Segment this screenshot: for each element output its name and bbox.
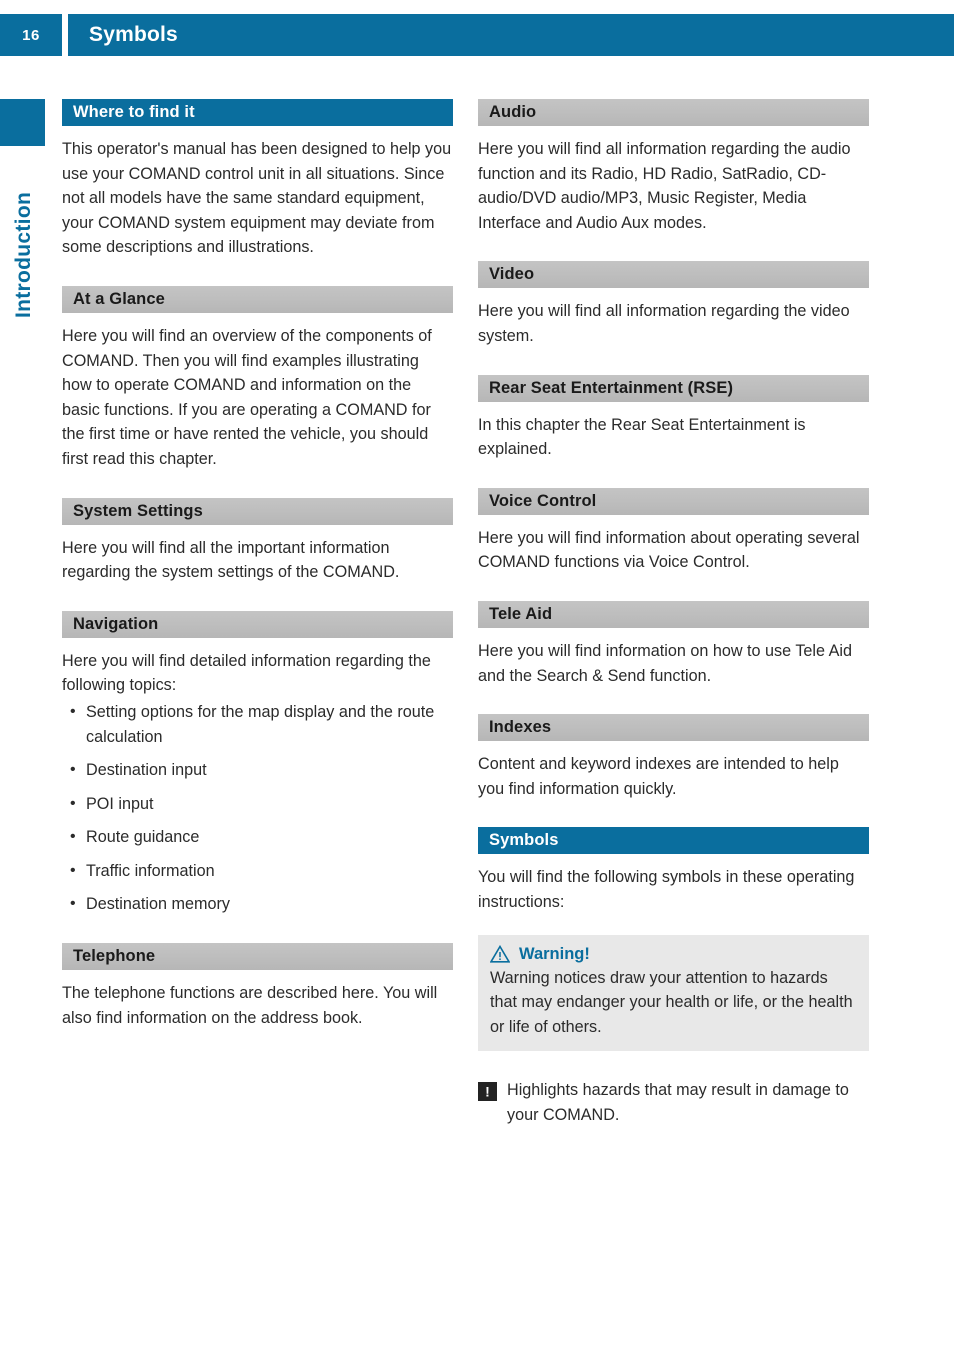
paragraph: Here you will find detailed information … (62, 651, 431, 695)
paragraph: The telephone functions are described he… (62, 984, 438, 1027)
section-where-to-find-it: Where to find it This operator's manual … (62, 99, 453, 260)
right-column: Audio Here you will find all information… (478, 99, 869, 1153)
warning-callout-box: Warning! Warning notices draw your atten… (478, 934, 869, 1052)
section-body: Content and keyword indexes are intended… (478, 741, 869, 801)
section-heading: Navigation (62, 610, 453, 638)
page-title: Symbols (89, 23, 178, 46)
note-callout-line: Highlights hazards that may result in da… (478, 1078, 869, 1127)
paragraph: Here you will find information on how to… (478, 641, 853, 685)
section-rear-seat-entertainment: Rear Seat Entertainment (RSE) In this ch… (478, 374, 869, 462)
warning-callout-header: Warning! (490, 945, 857, 964)
section-voice-control: Voice Control Here you will find informa… (478, 487, 869, 575)
chapter-tab-marker (0, 99, 45, 146)
paragraph: In this chapter the Rear Seat Entertainm… (478, 415, 806, 459)
section-symbols: Symbols You will find the following symb… (478, 827, 869, 1127)
section-heading: Telephone (62, 943, 453, 971)
header-title-block: Symbols (68, 14, 954, 56)
paragraph: Here you will find all the important inf… (62, 538, 400, 582)
note-callout-text: Highlights hazards that may result in da… (507, 1081, 849, 1124)
paragraph: Here you will find information about ope… (478, 528, 860, 572)
section-system-settings: System Settings Here you will find all t… (62, 497, 453, 585)
section-body: Here you will find all the important inf… (62, 525, 453, 585)
section-navigation: Navigation Here you will find detailed i… (62, 610, 453, 917)
navigation-topics-list: Setting options for the map display and … (62, 700, 453, 917)
section-video: Video Here you will find all information… (478, 261, 869, 348)
section-heading: Voice Control (478, 487, 869, 515)
section-telephone: Telephone The telephone functions are de… (62, 943, 453, 1030)
list-item: Route guidance (62, 825, 453, 850)
warning-callout-text: Warning notices draw your attention to h… (490, 968, 853, 1036)
section-heading: Where to find it (62, 99, 453, 126)
section-heading: Indexes (478, 714, 869, 742)
section-body: The telephone functions are described he… (62, 970, 453, 1030)
section-heading: Video (478, 261, 869, 289)
list-item: Traffic information (62, 859, 453, 884)
paragraph: Here you will find all information regar… (478, 302, 850, 345)
warning-callout-title: Warning! (519, 944, 590, 963)
warning-triangle-icon (490, 945, 510, 963)
section-body: Here you will find an overview of the co… (62, 313, 453, 472)
section-body: Here you will find detailed information … (62, 638, 453, 917)
section-tele-aid: Tele Aid Here you will find information … (478, 600, 869, 688)
section-at-a-glance: At a Glance Here you will find an overvi… (62, 285, 453, 472)
list-item: Destination memory (62, 892, 453, 917)
paragraph: You will find the following symbols in t… (478, 868, 855, 911)
page-header-bar: 16 Symbols (0, 14, 954, 56)
chapter-name-vertical: Introduction (12, 191, 35, 319)
paragraph: Here you will find an overview of the co… (62, 326, 432, 468)
section-body: Here you will find information on how to… (478, 628, 869, 688)
section-heading: Symbols (478, 827, 869, 855)
paragraph: Content and keyword indexes are intended… (478, 755, 839, 798)
list-item: Destination input (62, 758, 453, 783)
exclamation-square-icon (478, 1082, 497, 1102)
section-audio: Audio Here you will find all information… (478, 99, 869, 235)
section-heading: At a Glance (62, 285, 453, 313)
section-body: You will find the following symbols in t… (478, 854, 869, 914)
section-heading: Rear Seat Entertainment (RSE) (478, 374, 869, 402)
section-body: This operator's manual has been designed… (62, 126, 453, 260)
section-heading: Audio (478, 99, 869, 126)
paragraph: Here you will find all information regar… (478, 140, 851, 232)
section-body: Here you will find all information regar… (478, 288, 869, 348)
section-body: In this chapter the Rear Seat Entertainm… (478, 402, 869, 462)
page-number: 16 (0, 14, 62, 56)
list-item: Setting options for the map display and … (62, 700, 453, 749)
section-heading: System Settings (62, 497, 453, 525)
left-column: Where to find it This operator's manual … (62, 99, 453, 1056)
section-body: Here you will find information about ope… (478, 515, 869, 575)
section-heading: Tele Aid (478, 600, 869, 628)
list-item: POI input (62, 792, 453, 817)
section-indexes: Indexes Content and keyword indexes are … (478, 714, 869, 801)
paragraph: This operator's manual has been designed… (62, 140, 452, 257)
section-body: Here you will find all information regar… (478, 126, 869, 235)
